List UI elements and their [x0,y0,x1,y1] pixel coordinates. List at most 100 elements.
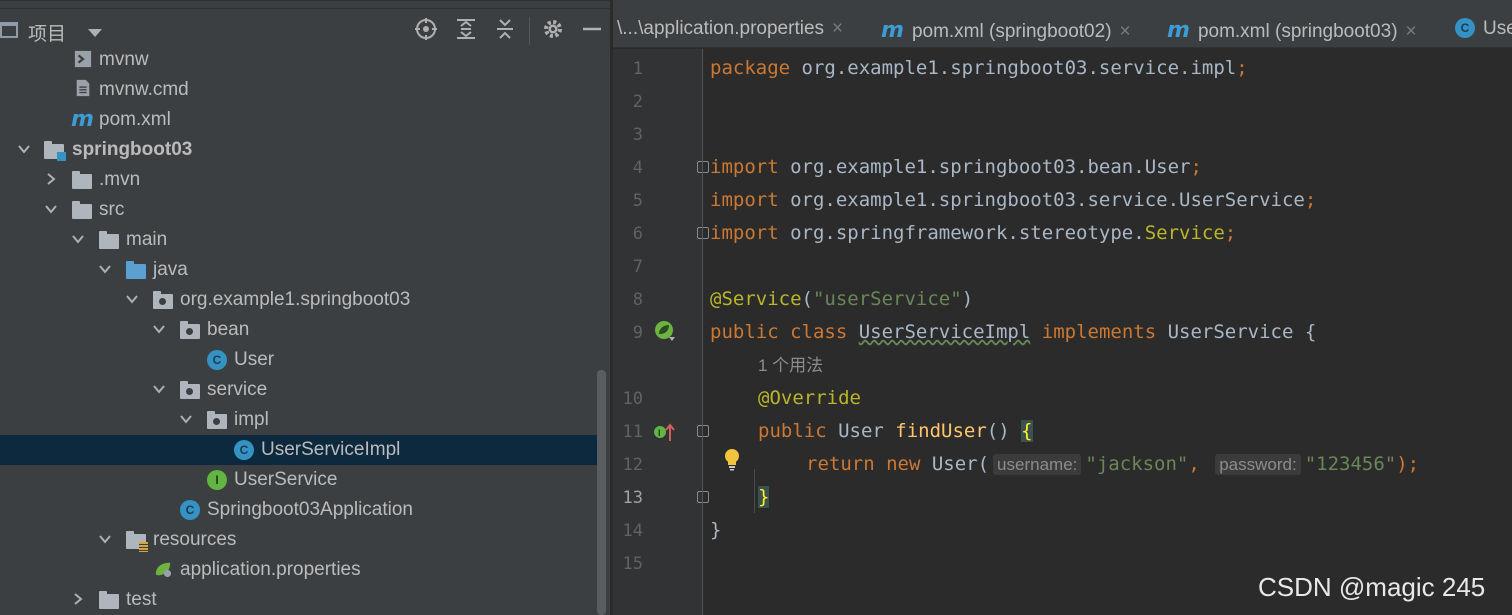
close-icon[interactable]: × [832,18,843,39]
implements-method-icon[interactable]: I [653,421,677,445]
chevron-down-icon[interactable] [70,231,86,247]
fold-icon[interactable] [697,227,709,239]
tab-label: pom.xml (springboot03) [1197,21,1398,42]
fold-icon[interactable] [697,491,709,503]
tree-item-label: mvnw.cmd [99,79,189,100]
line-number: 6 [632,224,643,244]
tree-item-label: application.properties [180,559,361,580]
folder-icon [72,201,92,219]
code-line-11: public User findUser() { [758,420,1033,442]
tree-item-java[interactable]: java [0,255,600,285]
tree-item-main[interactable]: main [0,225,600,255]
spring-properties-icon [155,562,172,578]
hide-icon[interactable] [580,17,604,41]
maven-icon: m [1167,18,1190,43]
chevron-down-icon[interactable] [124,291,140,307]
maven-icon: m [71,107,94,132]
tab-pom-springboot03[interactable]: m pom.xml (springboot03) × [1167,18,1417,52]
tab-userserviceimpl[interactable]: C Use [1455,18,1512,52]
tree-item-label: impl [234,409,269,430]
code-line-5: import org.example1.springboot03.service… [710,189,1317,211]
spring-bean-icon[interactable] [653,319,677,343]
gear-icon[interactable] [541,17,565,41]
lightbulb-icon[interactable] [722,447,742,471]
tree-item-label: UserServiceImpl [261,439,401,460]
tree-item-pom-xml[interactable]: m pom.xml [0,105,600,135]
svg-text:I: I [658,428,661,438]
package-icon [153,291,173,309]
tree-item-label: mvnw [99,49,149,70]
code-line-13: } [758,486,770,508]
line-number: 10 [622,389,643,409]
line-number: 7 [632,257,643,277]
tree-item-mvnw[interactable]: mvnw [0,45,600,75]
tree-item-service[interactable]: service [0,375,600,405]
package-icon [180,321,200,339]
usages-hint[interactable]: 1 个用法 [758,349,823,382]
tab-label: pom.xml (springboot02) [911,21,1112,42]
line-number-gutter: 1 2 3 4 5 6 7 8 9 10 11 12 13 14 15 I [613,49,709,615]
tree-item-label: java [153,259,188,280]
tree-item-label: service [207,379,268,400]
fold-icon[interactable] [697,425,709,437]
tree-item-resources[interactable]: resources [0,525,600,555]
tree-item-mvn[interactable]: .mvn [0,165,600,195]
tree-item-label: .mvn [99,169,141,190]
tree-item-user[interactable]: C User [0,345,600,375]
chevron-down-icon[interactable] [178,411,194,427]
code-line-6: import org.springframework.stereotype.Se… [710,222,1237,244]
chevron-down-icon[interactable] [88,29,102,37]
tree-item-userservice[interactable]: I UserService [0,465,600,495]
code-area[interactable]: package org.example1.springboot03.servic… [710,49,1510,615]
close-icon[interactable]: × [1406,21,1417,42]
watermark: CSDN @magic 245 [1258,572,1486,602]
class-icon: C [207,350,227,370]
code-line-4: import org.example1.springboot03.bean.Us… [710,156,1202,178]
tree-scrollbar[interactable] [597,370,606,615]
expand-all-icon[interactable] [454,17,478,41]
line-number: 12 [622,455,643,475]
param-hint-password: password: [1215,454,1301,475]
code-editor: \...\application.properties × m pom.xml (s… [613,0,1512,615]
chevron-down-icon[interactable] [97,261,113,277]
chevron-down-icon[interactable] [97,531,113,547]
panel-top-strip [0,1,610,9]
tree-item-application-properties[interactable]: application.properties [0,555,600,585]
line-number: 11 [622,422,643,442]
tree-item-src[interactable]: src [0,195,600,225]
tab-application-properties[interactable]: \...\application.properties × [617,18,843,52]
chevron-right-icon[interactable] [43,171,59,187]
chevron-down-icon[interactable] [151,381,167,397]
collapse-all-icon[interactable] [493,17,517,41]
panel-title[interactable]: 项目 [28,19,66,46]
close-icon[interactable]: × [1120,21,1131,42]
class-icon: C [1455,18,1475,38]
tree-item-springboot03application[interactable]: C Springboot03Application [0,495,600,525]
tree-item-label: pom.xml [99,109,171,130]
tree-item-label: Springboot03Application [207,499,413,520]
tree-item-label: springboot03 [72,139,193,160]
tree-item-package-root[interactable]: org.example1.springboot03 [0,285,600,315]
tree-item-impl[interactable]: impl [0,405,600,435]
folder-icon [99,591,119,609]
locate-icon[interactable] [414,17,438,41]
tree-item-springboot03[interactable]: springboot03 [0,135,600,165]
chevron-down-icon[interactable] [43,201,59,217]
fold-icon[interactable] [697,161,709,173]
line-number: 9 [632,323,643,343]
chevron-down-icon[interactable] [151,321,167,337]
tree-item-test[interactable]: test [0,585,600,615]
chevron-right-icon[interactable] [70,591,86,607]
param-hint-username: username: [993,454,1082,475]
chevron-down-icon[interactable] [16,141,32,157]
line-number: 14 [622,521,643,541]
line-number: 1 [632,59,643,79]
tree-item-bean[interactable]: bean [0,315,600,345]
tree-item-label: bean [207,319,250,340]
tree-item-userserviceimpl[interactable]: C UserServiceImpl [0,435,600,465]
tree-item-mvnw-cmd[interactable]: mvnw.cmd [0,75,600,105]
folder-icon [72,171,92,189]
project-panel: 项目 mvnw mvnw.cmd m pom.xml springboot03 … [0,0,610,615]
tab-pom-springboot02[interactable]: m pom.xml (springboot02) × [881,18,1131,52]
tree-item-label: test [126,589,157,610]
